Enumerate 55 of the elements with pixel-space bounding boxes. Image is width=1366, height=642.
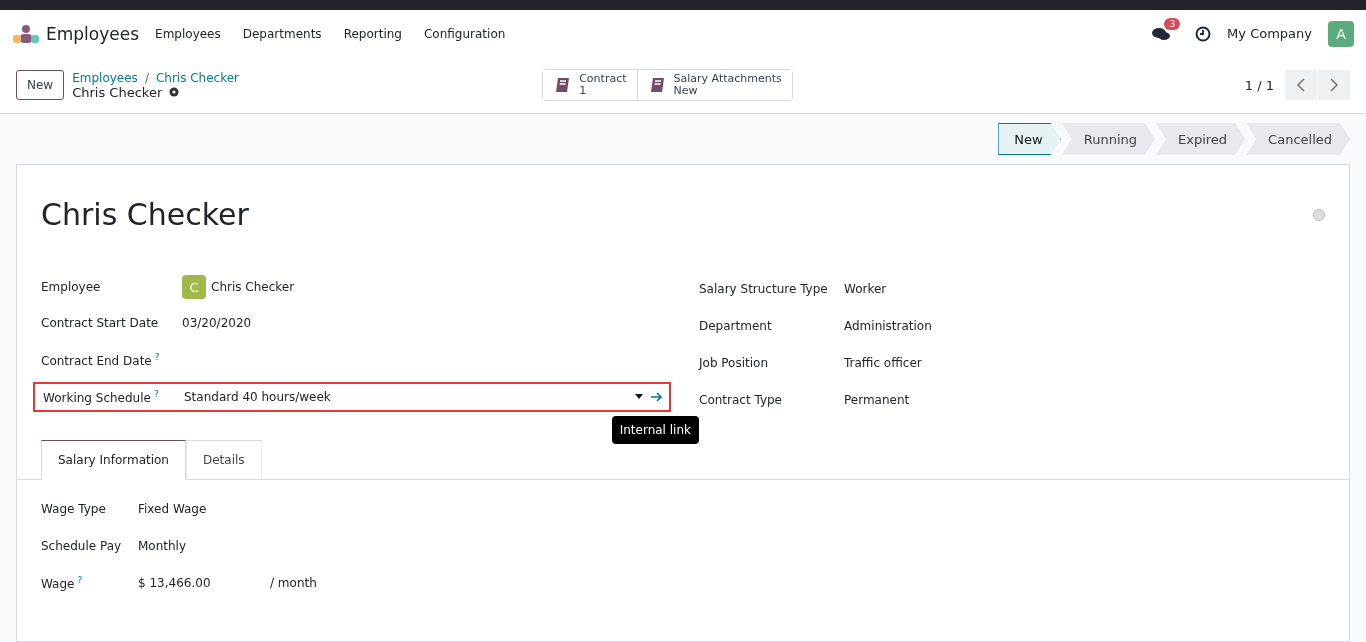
employee-avatar: C xyxy=(182,275,206,299)
field-label: Working Schedule $^{?}$ xyxy=(43,388,160,405)
company-switcher[interactable]: My Company xyxy=(1227,26,1312,41)
field-label: Job Position xyxy=(699,355,770,370)
field-value: Administration xyxy=(844,318,932,333)
field-value: $ 13,466.00 xyxy=(138,575,212,590)
tooltip: Internal link xyxy=(611,415,699,444)
app-title[interactable]: Employees xyxy=(46,23,140,44)
field-label: Salary Structure Type xyxy=(699,281,829,296)
status-stage[interactable]: Expired xyxy=(1156,123,1246,155)
people-icon xyxy=(12,23,40,44)
menu-item[interactable]: Reporting xyxy=(343,26,402,41)
arrow-right-icon[interactable] xyxy=(651,391,663,402)
field-label: Department xyxy=(699,318,773,333)
field-label: Schedule Pay xyxy=(41,538,123,553)
field-label: Wage Type xyxy=(41,501,107,516)
field-value: Permanent xyxy=(844,392,910,407)
select-field[interactable]: Standard 40 hours/week xyxy=(184,389,669,404)
caret-icon xyxy=(635,394,643,399)
record-name: Chris Checker xyxy=(72,84,163,100)
book-icon xyxy=(553,76,572,94)
status-stage[interactable]: New xyxy=(998,123,1061,155)
status-stage[interactable]: Running xyxy=(1061,123,1155,155)
status-dot[interactable] xyxy=(1313,208,1325,221)
pager-count: 1 / 1 xyxy=(1244,77,1274,93)
field-label: Wage $^{?}$ xyxy=(41,574,84,591)
tab[interactable]: Salary Information xyxy=(41,440,186,480)
status-stage[interactable]: Cancelled xyxy=(1246,123,1350,155)
tab[interactable]: Details xyxy=(186,440,262,480)
smart-button[interactable]: Contract 1 xyxy=(543,70,638,100)
field-label: Contract End Date $^{?}$ xyxy=(41,351,161,368)
field-label: Contract Type xyxy=(699,392,783,407)
chat-icon[interactable] xyxy=(1151,25,1172,42)
field-value: Worker xyxy=(844,281,887,296)
field-label: Employee xyxy=(41,280,102,294)
unit-label: / month xyxy=(270,575,317,590)
menu-item[interactable]: Employees xyxy=(155,26,221,41)
chevron-right-icon xyxy=(1329,78,1339,92)
chevron-left-icon xyxy=(1296,78,1306,92)
menu-item[interactable]: Configuration xyxy=(423,26,506,41)
breadcrumb-separator: / xyxy=(144,70,149,85)
new-button[interactable]: New xyxy=(16,70,65,100)
breadcrumb-link[interactable]: Chris Checker xyxy=(155,70,240,85)
menu-item[interactable]: Departments xyxy=(242,26,322,41)
field-value: 03/20/2020 xyxy=(182,315,252,330)
message-count-badge: 3 xyxy=(1164,17,1181,30)
record-title: Chris Checker xyxy=(41,197,249,232)
field-value: Monthly xyxy=(138,538,187,553)
employee-link[interactable]: Chris Checker xyxy=(211,280,295,294)
gear-icon[interactable] xyxy=(168,86,181,98)
field-label: Contract Start Date xyxy=(41,315,160,330)
field-value: Traffic officer xyxy=(844,355,922,370)
clock-icon[interactable] xyxy=(1195,25,1212,42)
breadcrumb-link[interactable]: Employees xyxy=(72,70,138,85)
field-value: Fixed Wage xyxy=(138,501,207,516)
